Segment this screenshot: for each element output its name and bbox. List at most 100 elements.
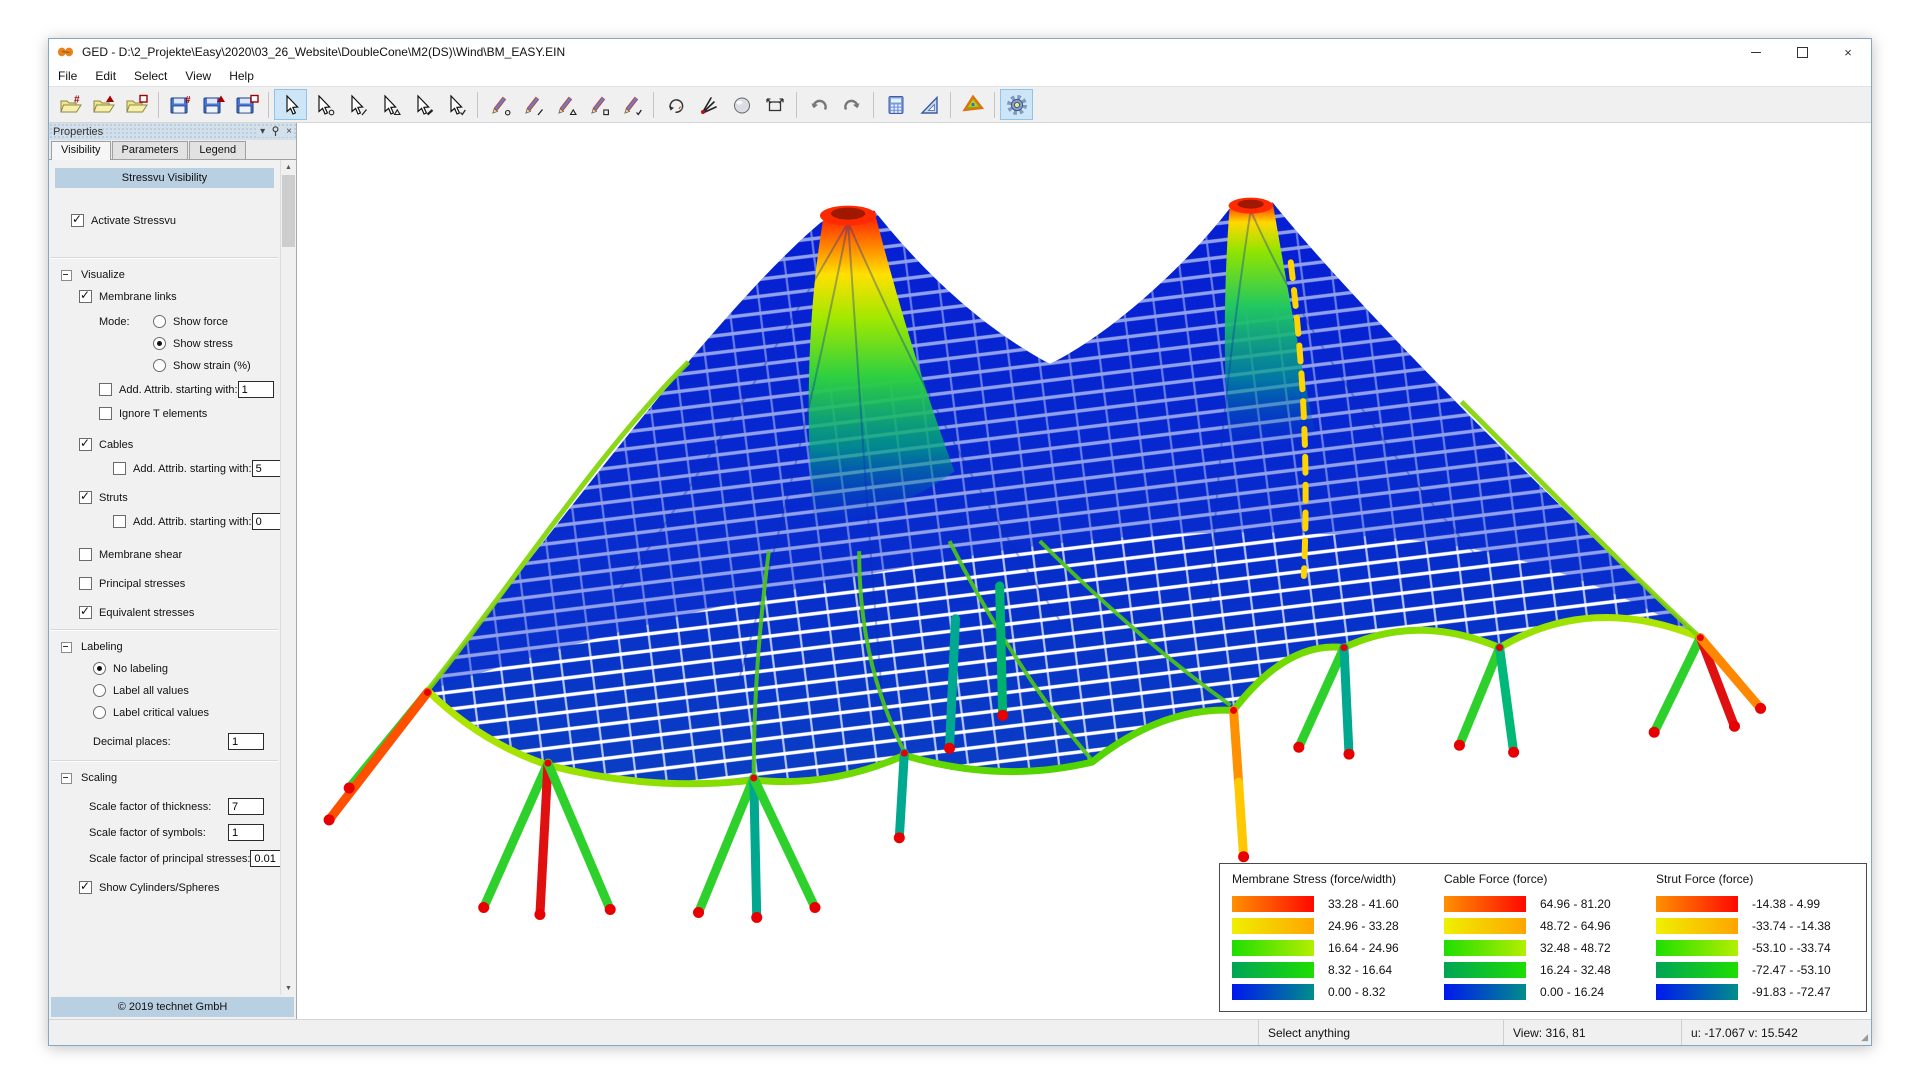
membrane-shear-checkbox[interactable]: [79, 548, 92, 561]
orbit-button[interactable]: [659, 89, 692, 120]
cables-add-attrib-input[interactable]: [252, 460, 280, 477]
membrane-add-attrib-checkbox[interactable]: [99, 383, 112, 396]
show-force-radio[interactable]: [153, 315, 166, 328]
legend-row: 32.48 - 48.72: [1444, 937, 1656, 959]
select-triangles-button[interactable]: [373, 89, 406, 120]
struts-add-attrib-checkbox[interactable]: [113, 515, 126, 528]
struts-checkbox[interactable]: [79, 491, 92, 504]
legend-swatch: [1656, 984, 1738, 1000]
settings-button[interactable]: [1000, 89, 1033, 120]
sphere-icon: [731, 94, 753, 116]
open-square-button[interactable]: [120, 89, 153, 120]
legend-swatch: [1232, 984, 1314, 1000]
menu-select[interactable]: Select: [125, 66, 176, 86]
membrane-links-checkbox[interactable]: [79, 290, 92, 303]
draw-triangles-button[interactable]: [549, 89, 582, 120]
ignore-t-label: Ignore T elements: [119, 408, 207, 420]
equivalent-stresses-checkbox[interactable]: [79, 606, 92, 619]
legend-row: 0.00 - 16.24: [1444, 981, 1656, 1003]
tab-legend[interactable]: Legend: [189, 141, 246, 159]
select-tool-button[interactable]: [274, 89, 307, 120]
activate-stressvu-checkbox[interactable]: [71, 214, 84, 227]
resize-grip[interactable]: ◢: [1853, 1020, 1871, 1045]
legend-row: -33.74 - -14.38: [1656, 915, 1868, 937]
title-bar[interactable]: GED - D:\2_Projekte\Easy\2020\03_26_Webs…: [49, 39, 1871, 65]
minimize-button[interactable]: [1733, 39, 1779, 65]
open-triangle-button[interactable]: [87, 89, 120, 120]
scroll-thumb[interactable]: [282, 175, 295, 247]
properties-panel-titlebar[interactable]: Properties ▾ ×: [49, 123, 296, 140]
scaling-section-header[interactable]: Scaling: [61, 772, 280, 784]
principal-stresses-checkbox[interactable]: [79, 577, 92, 590]
label-critical-radio[interactable]: [93, 706, 106, 719]
membrane-shear-row: Membrane shear: [49, 548, 280, 561]
cables-row: Cables: [49, 438, 280, 451]
set-square-button[interactable]: [912, 89, 945, 120]
draw-points-button[interactable]: [483, 89, 516, 120]
draw-quads-button[interactable]: [582, 89, 615, 120]
labeling-section-header[interactable]: Labeling: [61, 641, 280, 653]
draw-check-button[interactable]: [615, 89, 648, 120]
select-mixed-button[interactable]: [439, 89, 472, 120]
menu-help[interactable]: Help: [220, 66, 263, 86]
pencil-square-icon: [588, 94, 610, 116]
cables-add-attrib-checkbox[interactable]: [113, 462, 126, 475]
menu-edit[interactable]: Edit: [86, 66, 125, 86]
stress-view-button[interactable]: [956, 89, 989, 120]
legend-swatch: [1232, 940, 1314, 956]
sphere-shading-button[interactable]: [725, 89, 758, 120]
ignore-t-checkbox[interactable]: [99, 407, 112, 420]
show-stress-label: Show stress: [173, 338, 233, 350]
scaling-section-label: Scaling: [81, 772, 117, 784]
cables-checkbox[interactable]: [79, 438, 92, 451]
menu-view[interactable]: View: [176, 66, 220, 86]
panel-menu-icon[interactable]: ▾: [260, 127, 265, 137]
scale-principal-input[interactable]: [250, 850, 280, 867]
viewport-3d[interactable]: Membrane Stress (force/width) 33.28 - 41…: [297, 123, 1871, 1019]
decimal-places-input[interactable]: [228, 733, 264, 750]
collapse-minus-icon[interactable]: [61, 270, 72, 281]
scale-thickness-input[interactable]: [228, 798, 264, 815]
pin-icon[interactable]: [271, 126, 280, 137]
draw-lines-button[interactable]: [516, 89, 549, 120]
spark-button[interactable]: [692, 89, 725, 120]
scroll-up-icon[interactable]: ▲: [281, 160, 296, 174]
struts-add-attrib-input[interactable]: [252, 513, 280, 530]
scroll-down-icon[interactable]: ▼: [281, 981, 296, 995]
membrane-add-attrib-input[interactable]: [238, 381, 274, 398]
panel-close-icon[interactable]: ×: [286, 127, 292, 137]
save-triangle-button[interactable]: [197, 89, 230, 120]
show-strain-label: Show strain (%): [173, 360, 251, 372]
undo-button[interactable]: [802, 89, 835, 120]
select-points-button[interactable]: [307, 89, 340, 120]
save-hash-button[interactable]: #: [164, 89, 197, 120]
show-strain-radio[interactable]: [153, 359, 166, 372]
tab-parameters[interactable]: Parameters: [112, 141, 189, 159]
visualize-section-header[interactable]: Visualize: [61, 269, 280, 281]
tab-visibility[interactable]: Visibility: [51, 141, 111, 160]
collapse-minus-icon[interactable]: [61, 642, 72, 653]
fit-view-button[interactable]: [758, 89, 791, 120]
calculator-button[interactable]: [879, 89, 912, 120]
no-labeling-radio[interactable]: [93, 662, 106, 675]
redo-button[interactable]: [835, 89, 868, 120]
save-square-button[interactable]: [230, 89, 263, 120]
collapse-minus-icon[interactable]: [61, 773, 72, 784]
close-button[interactable]: ×: [1825, 39, 1871, 65]
label-all-radio[interactable]: [93, 684, 106, 697]
show-cylinders-checkbox[interactable]: [79, 881, 92, 894]
activate-stressvu-row: Activate Stressvu: [49, 214, 280, 227]
scale-symbols-input[interactable]: [228, 824, 264, 841]
no-labeling-label: No labeling: [113, 663, 168, 675]
label-all-label: Label all values: [113, 685, 189, 697]
select-beams-button[interactable]: [406, 89, 439, 120]
panel-scrollbar[interactable]: ▲ ▼: [280, 160, 296, 995]
open-hash-button[interactable]: #: [54, 89, 87, 120]
menu-file[interactable]: File: [49, 66, 86, 86]
status-bar: Select anything View: 316, 81 u: -17.067…: [49, 1019, 1871, 1045]
maximize-button[interactable]: [1779, 39, 1825, 65]
select-lines-button[interactable]: [340, 89, 373, 120]
show-stress-radio[interactable]: [153, 337, 166, 350]
legend-row: 64.96 - 81.20: [1444, 893, 1656, 915]
label-critical-row: Label critical values: [49, 706, 280, 719]
